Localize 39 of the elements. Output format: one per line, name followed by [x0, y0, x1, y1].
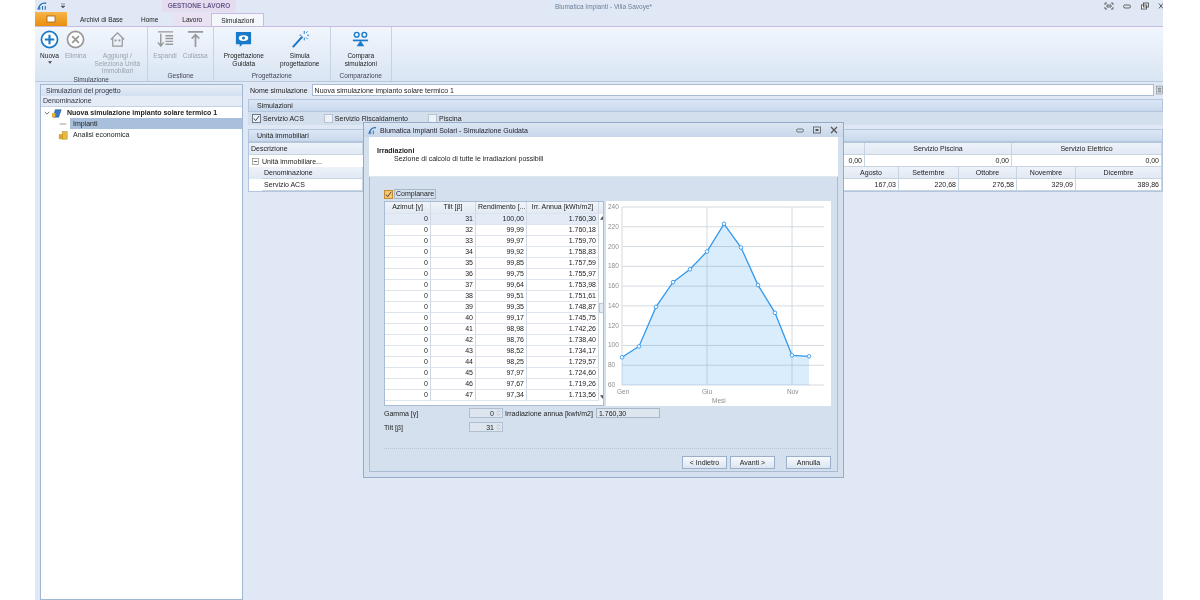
- data-point: [738, 245, 744, 250]
- checkbox[interactable]: [252, 114, 261, 123]
- maximize-icon[interactable]: [812, 126, 822, 134]
- add-icon: [40, 30, 59, 49]
- data-point: [789, 353, 795, 358]
- document-icon: [46, 15, 56, 23]
- expand-icon: [155, 30, 175, 49]
- data-point: [721, 221, 727, 227]
- data-point: [619, 355, 625, 360]
- app-logo-icon: [368, 125, 377, 135]
- expand-caret-icon[interactable]: [44, 109, 50, 116]
- checkbox[interactable]: [384, 189, 393, 199]
- data-point: [755, 282, 761, 288]
- data-point: [806, 354, 812, 359]
- eye-icon: [234, 30, 254, 49]
- minimize-icon[interactable]: [1122, 2, 1132, 10]
- dropdown-caret-icon: [47, 60, 52, 64]
- close-icon[interactable]: [829, 126, 839, 134]
- close-icon[interactable]: [1158, 2, 1163, 10]
- collapse-box-icon[interactable]: [252, 157, 259, 165]
- solar-panel-icon: [52, 107, 62, 118]
- coins-icon: [58, 129, 68, 140]
- balance-icon: [351, 30, 371, 49]
- data-point: [636, 344, 642, 349]
- restore-icon[interactable]: [1140, 2, 1150, 10]
- data-point: [687, 267, 693, 272]
- collapse-icon: [185, 30, 205, 49]
- data-point: [772, 310, 778, 316]
- picker-icon[interactable]: [1156, 85, 1163, 95]
- data-point: [704, 249, 710, 254]
- app-logo-icon[interactable]: [37, 1, 48, 11]
- magic-wand-icon: [290, 30, 310, 49]
- application-menu-button[interactable]: [35, 12, 67, 26]
- data-point: [670, 279, 676, 285]
- quick-access-caret-icon[interactable]: [60, 3, 66, 9]
- fullscreen-icon[interactable]: [1104, 2, 1114, 10]
- delete-icon: [66, 30, 86, 49]
- data-point: [653, 304, 659, 310]
- minimize-icon[interactable]: [795, 126, 805, 134]
